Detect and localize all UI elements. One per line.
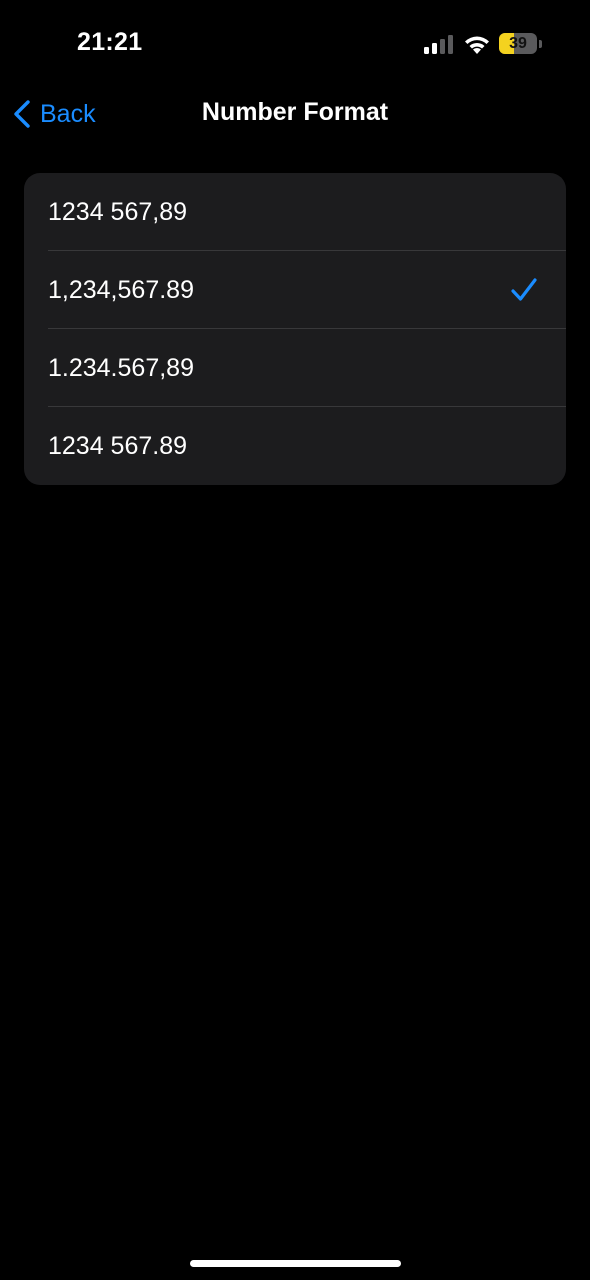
back-label: Back — [40, 99, 96, 128]
navigation-bar: Number Format Back — [0, 88, 590, 140]
option-label: 1.234.567,89 — [48, 354, 194, 382]
chevron-left-icon — [14, 100, 30, 128]
number-format-option[interactable]: 1,234,567.89 — [24, 251, 566, 329]
status-bar: 21:21 39 — [0, 0, 590, 88]
number-format-option[interactable]: 1234 567,89 — [24, 173, 566, 251]
option-label: 1234 567,89 — [48, 198, 188, 226]
option-label: 1234 567.89 — [48, 432, 188, 460]
number-format-option[interactable]: 1234 567.89 — [24, 407, 566, 485]
home-indicator[interactable] — [190, 1260, 401, 1267]
option-label: 1,234,567.89 — [48, 276, 194, 304]
number-format-list: 1234 567,89 1,234,567.89 1.234.567,89 12… — [24, 173, 566, 485]
battery-percent: 39 — [509, 35, 527, 52]
status-time: 21:21 — [77, 28, 143, 56]
back-button[interactable]: Back — [12, 96, 96, 132]
cellular-signal-icon — [424, 35, 453, 54]
checkmark-icon — [511, 278, 537, 301]
number-format-option[interactable]: 1.234.567,89 — [24, 329, 566, 407]
battery-icon: 39 — [499, 33, 543, 55]
wifi-icon — [465, 36, 489, 54]
